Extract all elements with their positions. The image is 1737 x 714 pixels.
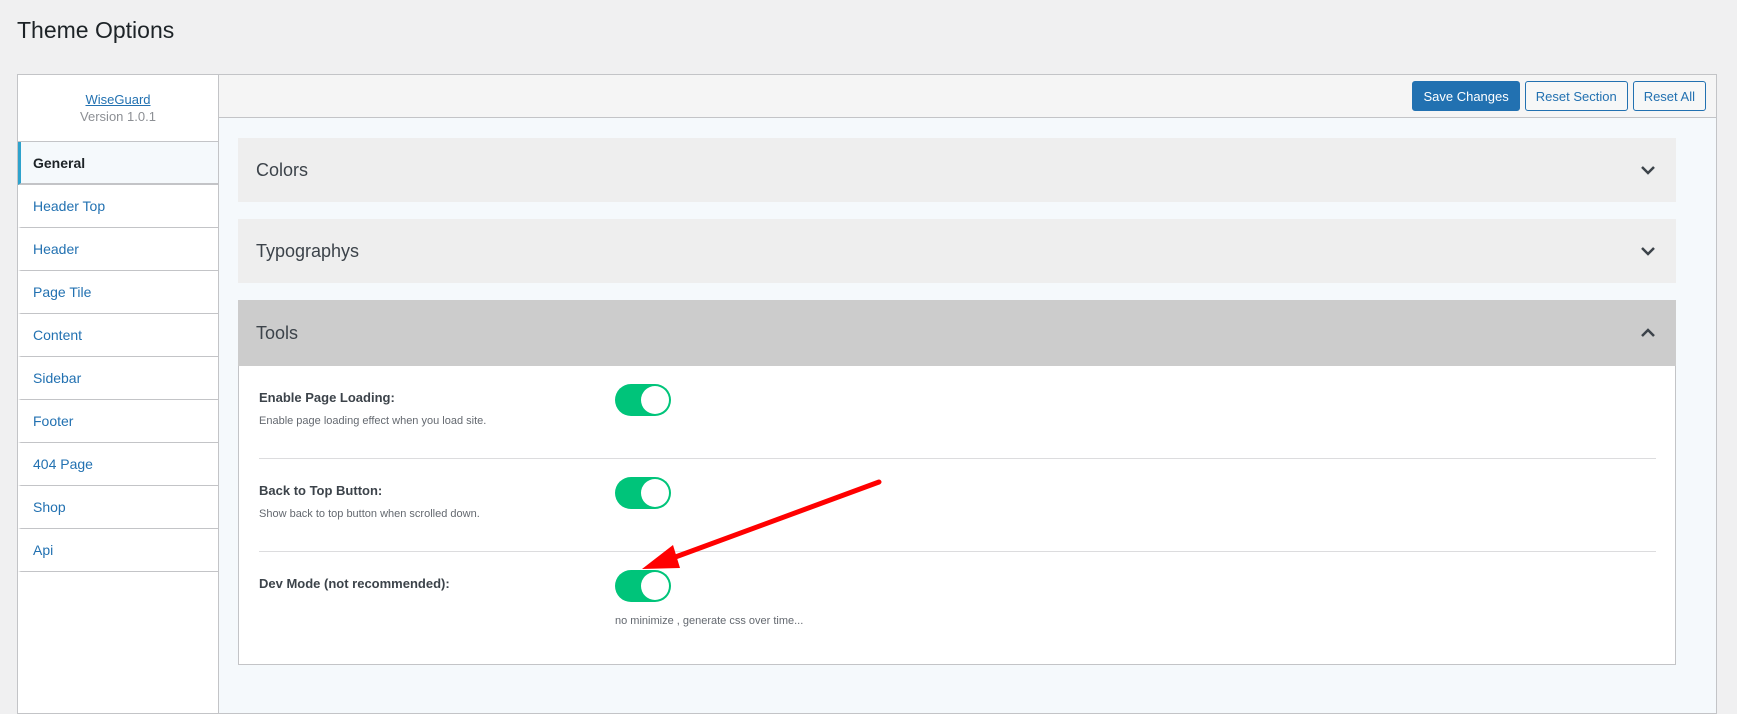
save-changes-button[interactable]: Save Changes bbox=[1412, 81, 1520, 111]
section-typographys-header[interactable]: Typographys bbox=[238, 219, 1676, 283]
sidebar-item-header-top[interactable]: Header Top bbox=[18, 185, 218, 228]
section-title: Colors bbox=[256, 159, 309, 180]
option-description: Enable page loading effect when you load… bbox=[259, 415, 487, 427]
chevron-down-icon[interactable] bbox=[1638, 163, 1658, 177]
toggle-knob bbox=[641, 386, 669, 414]
sidebar-item-header[interactable]: Header bbox=[18, 228, 218, 271]
section-title: Typographys bbox=[256, 240, 360, 261]
section-tools-body: Enable Page Loading: Enable page loading… bbox=[238, 366, 1676, 665]
section-typographys: Typographys bbox=[238, 219, 1676, 283]
chevron-down-icon[interactable] bbox=[1638, 244, 1658, 258]
sidebar: WiseGuard Version 1.0.1 General Header T… bbox=[18, 75, 219, 713]
toggle-knob bbox=[641, 572, 669, 600]
reset-all-button[interactable]: Reset All bbox=[1632, 81, 1706, 111]
page-loading-toggle[interactable] bbox=[615, 384, 671, 416]
toolbar: Save Changes Reset Section Reset All bbox=[219, 75, 1716, 118]
section-colors-header[interactable]: Colors bbox=[238, 138, 1676, 202]
section-title: Tools bbox=[256, 322, 299, 343]
sidebar-item-content[interactable]: Content bbox=[18, 314, 218, 357]
sidebar-item-general[interactable]: General bbox=[18, 142, 218, 185]
section-tools-header[interactable]: Tools bbox=[238, 300, 1676, 366]
option-row-page-loading: Enable Page Loading: Enable page loading… bbox=[259, 366, 1656, 459]
option-label: Back to Top Button: bbox=[259, 483, 383, 498]
option-label: Dev Mode (not recommended): bbox=[259, 576, 450, 591]
sections-container: Colors Typographys Tools Enable Page Loa… bbox=[238, 138, 1676, 682]
theme-options-panel: WiseGuard Version 1.0.1 General Header T… bbox=[17, 74, 1717, 714]
page-title: Theme Options bbox=[17, 17, 175, 43]
option-description: no minimize , generate css over time... bbox=[615, 615, 804, 627]
sidebar-item-page-tile[interactable]: Page Tile bbox=[18, 271, 218, 314]
main-area: Save Changes Reset Section Reset All Col… bbox=[219, 75, 1716, 713]
sidebar-item-shop[interactable]: Shop bbox=[18, 486, 218, 529]
sidebar-item-404-page[interactable]: 404 Page bbox=[18, 443, 218, 486]
option-description: Show back to top button when scrolled do… bbox=[259, 508, 480, 520]
option-row-dev-mode: Dev Mode (not recommended): no minimize … bbox=[259, 552, 1656, 645]
brand-link[interactable]: WiseGuard bbox=[18, 92, 218, 107]
toggle-knob bbox=[641, 479, 669, 507]
sidebar-item-api[interactable]: Api bbox=[18, 529, 218, 572]
chevron-up-icon[interactable] bbox=[1638, 326, 1658, 340]
brand-header: WiseGuard Version 1.0.1 bbox=[18, 75, 218, 142]
sidebar-item-sidebar[interactable]: Sidebar bbox=[18, 357, 218, 400]
section-tools: Tools Enable Page Loading: Enable page l… bbox=[238, 300, 1676, 665]
version-label: Version 1.0.1 bbox=[80, 109, 156, 124]
section-colors: Colors bbox=[238, 138, 1676, 202]
sidebar-item-footer[interactable]: Footer bbox=[18, 400, 218, 443]
back-to-top-toggle[interactable] bbox=[615, 477, 671, 509]
dev-mode-toggle[interactable] bbox=[615, 570, 671, 602]
reset-section-button[interactable]: Reset Section bbox=[1524, 81, 1628, 111]
option-label: Enable Page Loading: bbox=[259, 390, 395, 405]
option-row-back-to-top: Back to Top Button: Show back to top but… bbox=[259, 459, 1656, 552]
